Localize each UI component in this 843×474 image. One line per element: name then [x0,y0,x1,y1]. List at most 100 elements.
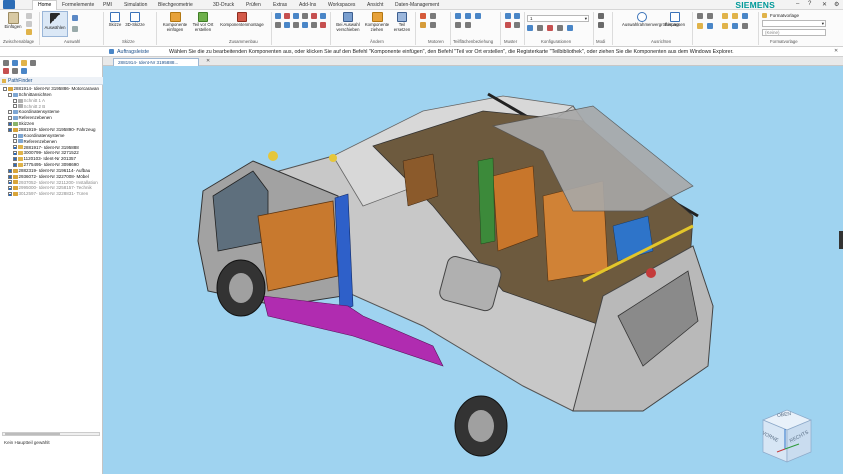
tab-extras[interactable]: Extras [273,1,287,10]
tree-item-checkbox[interactable] [13,145,17,150]
tree-item[interactable]: 2937052- Ident-Nr 3211200- Installation [8,180,98,185]
tree-item[interactable]: Skizzen [8,121,34,126]
tab-home[interactable]: Home [32,0,58,10]
scrollbar-thumb[interactable] [5,433,60,435]
prompt-bar-icon[interactable] [109,49,114,54]
relation-icon-10[interactable] [302,22,308,28]
tab-daten-management[interactable]: Daten-Management [395,1,439,10]
view-icon-10[interactable] [742,23,748,29]
view-icon-2[interactable] [707,13,713,19]
pattern-icon-2[interactable] [514,13,520,19]
3d-viewport[interactable]: OBEN VORNE RECHTS [103,66,843,474]
relation-icon-12[interactable] [320,22,326,28]
tree-item[interactable]: 2881914- Ident-Nr 3195886- Motorcaravan [3,86,99,91]
motorhome-model[interactable] [103,66,843,474]
tree-item-checkbox[interactable] [8,168,12,173]
tab-pruefen[interactable]: Prüfen [246,1,261,10]
fit-button[interactable]: Einpassen [662,12,688,28]
config-icon-1[interactable] [527,25,533,31]
sketch3d-button[interactable]: 3D-Skizze [124,12,146,28]
surface-icon-1[interactable] [455,13,461,19]
tab-workspaces[interactable]: Workspaces [328,1,355,10]
copy-icon[interactable] [26,21,32,27]
settings-icon[interactable]: ⚙ [834,1,839,8]
viewport-edge-marker[interactable] [839,231,843,249]
relation-icon-1[interactable] [275,13,281,19]
motor-icon-4[interactable] [430,22,436,28]
configuration-select[interactable]: 1 ▾ [527,15,589,22]
insert-component-button[interactable]: Komponente einfügen [160,12,190,32]
relation-icon-5[interactable] [311,13,317,19]
tree-item[interactable]: Schnitt 2 B [13,104,45,109]
tree-item-checkbox[interactable] [8,110,12,115]
tree-item[interactable]: Koordinatensysteme [8,109,60,114]
tree-horizontal-scrollbar[interactable] [2,432,100,436]
close-icon[interactable]: ✕ [822,1,827,8]
tree-item[interactable]: Schnittansichten [8,92,52,97]
tab-ansicht[interactable]: Ansicht [367,1,383,10]
view-icon-6[interactable] [732,13,738,19]
relation-icon-2[interactable] [284,13,290,19]
relation-icon-6[interactable] [320,13,326,19]
tree-item-checkbox[interactable] [8,192,12,197]
view-cube[interactable]: OBEN VORNE RECHTS [755,404,817,466]
zoom-area-button[interactable]: Auswahlrahmenvergrößerung [622,12,679,28]
surface-icon-2[interactable] [465,13,471,19]
tree-item[interactable]: 3012597- Ident-Nr 3228831- Türen [8,191,88,196]
prompt-bar-label[interactable]: Auftragsleiste [117,49,149,55]
view-icon-3[interactable] [697,23,703,29]
tree-item-checkbox[interactable] [8,174,12,179]
panel-tool-icon-4[interactable] [30,60,36,66]
tree-item-checkbox[interactable] [13,151,17,156]
tree-item-checkbox[interactable] [13,98,17,103]
panel-tool-icon-1[interactable] [3,60,9,66]
tree-item-checkbox[interactable] [8,92,12,97]
view-icon-7[interactable] [742,13,748,19]
config-icon-2[interactable] [537,25,543,31]
tab-pmi[interactable]: PMI [103,1,112,10]
config-icon-5[interactable] [567,25,573,31]
view-icon-8[interactable] [722,23,728,29]
config-icon-4[interactable] [557,25,563,31]
tree-item[interactable]: 2995000- Ident-Nr 3258157- Technik [8,185,92,190]
surface-icon-4[interactable] [455,22,461,28]
tree-item[interactable]: 2881917- Ident-Nr 3195888 [13,145,79,150]
tree-item-checkbox[interactable] [13,157,17,161]
tree-item[interactable]: 2775495- Ident-Nr 3098690 [13,162,79,167]
tree-item[interactable]: 2936072- Ident-Nr 3227008- Möbel [8,174,89,179]
move-on-select-button[interactable]: Bei Auswahl verschieben [333,12,363,32]
tab-3d-druck[interactable]: 3D-Druck [213,1,234,10]
pattern-icon-4[interactable] [514,22,520,28]
replace-part-button[interactable]: Teil ersetzen [391,12,413,32]
pattern-icon-1[interactable] [505,13,511,19]
style-placeholder-field[interactable]: (Keine) [762,29,826,36]
tree-item-checkbox[interactable] [8,180,12,185]
component-mount-button[interactable]: Komponentenmontage [216,12,268,28]
tree-item-checkbox[interactable] [13,133,17,138]
select-filter-icon[interactable] [72,15,78,21]
tree-item[interactable]: Schnitt 1 A [13,98,45,103]
tree-item-checkbox[interactable] [8,127,12,132]
minimize-icon[interactable]: – [796,1,799,7]
view-icon-5[interactable] [722,13,728,19]
relation-icon-3[interactable] [293,13,299,19]
tab-add-ins[interactable]: Add-Ins [299,1,316,10]
motor-icon-1[interactable] [420,13,426,19]
tree-item[interactable]: 2881919- Ident-Nr 3195890- Fahrzeug [8,127,96,132]
mode-icon-1[interactable] [598,13,604,19]
pattern-icon-3[interactable] [505,22,511,28]
tree-item[interactable]: Referenzebenen [8,115,52,120]
tree-item[interactable]: Referenzebenen [13,139,57,144]
tree-item-checkbox[interactable] [13,162,17,167]
mode-icon-2[interactable] [598,22,604,28]
document-tab[interactable]: 2881914- Ident-Nr 3195888... [113,58,199,66]
cut-icon[interactable] [26,13,32,19]
tree-item-checkbox[interactable] [8,186,12,191]
tree-item-checkbox[interactable] [3,86,7,91]
panel-tool-icon-2[interactable] [12,60,18,66]
select-button[interactable]: Auswählen [42,11,68,37]
tree-item[interactable]: Koordinatensysteme [13,133,65,138]
panel-tool-icon-3[interactable] [21,60,27,66]
tree-item[interactable]: 1120103- Ident-Nr 201357 [13,156,76,161]
close-icon[interactable]: ✕ [834,48,838,54]
